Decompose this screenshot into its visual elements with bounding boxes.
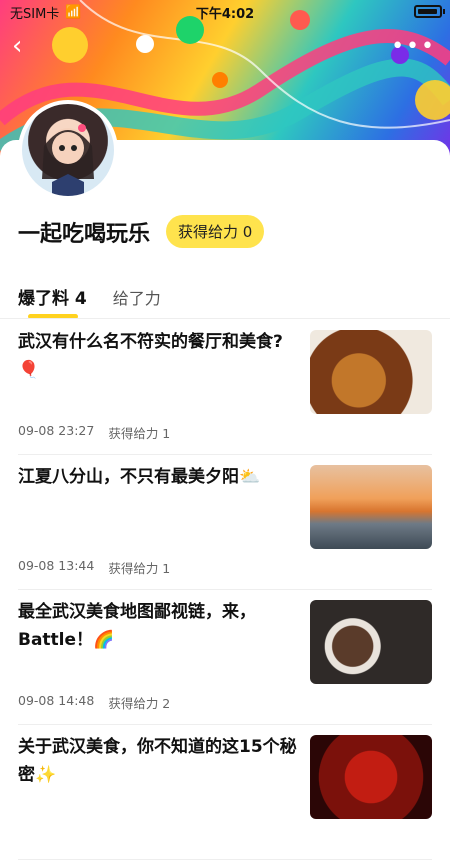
status-time: 下午4:02 [195, 6, 255, 22]
post-title: 武汉有什么名不符实的餐厅和美食?🎈 [18, 332, 283, 380]
back-button[interactable]: ‹ [12, 32, 40, 60]
tab-bar: 爆了料 4 给了力 [18, 284, 161, 319]
post-power: 获得给力 1 [108, 561, 171, 576]
list-item[interactable]: 关于武汉美食，你不知道的这15个秘密✨ [18, 725, 432, 860]
avatar[interactable] [18, 100, 118, 200]
post-list: 武汉有什么名不符实的餐厅和美食?🎈 09-08 23:27 获得给力 1 江夏八… [0, 320, 450, 860]
post-date: 09-08 14:48 [18, 693, 95, 708]
post-meta: 09-08 23:27 获得给力 1 [18, 423, 170, 442]
divider [0, 318, 450, 319]
more-dots-icon: ••• [391, 34, 436, 59]
chili-photo-thumbnail [310, 735, 432, 819]
tab-gave-power[interactable]: 给了力 [113, 285, 161, 309]
tab-posts[interactable]: 爆了料 4 [18, 284, 87, 309]
post-title: 关于武汉美食，你不知道的这15个秘密✨ [18, 737, 297, 785]
power-badge[interactable]: 获得给力 0 [166, 215, 265, 248]
post-power: 获得给力 1 [108, 426, 171, 441]
chevron-left-icon: ‹ [12, 31, 23, 61]
username: 一起吃喝玩乐 [18, 221, 151, 247]
list-item[interactable]: 武汉有什么名不符实的餐厅和美食?🎈 09-08 23:27 获得给力 1 [18, 320, 432, 455]
battery-icon [414, 5, 445, 18]
more-button[interactable]: ••• [391, 34, 436, 59]
post-title: 江夏八分山，不只有最美夕阳⛅ [18, 467, 261, 487]
post-meta: 09-08 13:44 获得给力 1 [18, 558, 170, 577]
post-date: 09-08 13:44 [18, 558, 95, 573]
noodle-photo-thumbnail [310, 330, 432, 414]
list-item[interactable]: 江夏八分山，不只有最美夕阳⛅ 09-08 13:44 获得给力 1 [18, 455, 432, 590]
sunset-photo-thumbnail [310, 465, 432, 549]
post-title: 最全武汉美食地图鄙视链，来，Battle！🌈 [18, 602, 256, 650]
post-power: 获得给力 2 [108, 696, 171, 711]
post-date: 09-08 23:27 [18, 423, 95, 438]
profile-row: 一起吃喝玩乐 获得给力 0 [18, 215, 265, 248]
avatar-illustration [42, 124, 94, 196]
food-photo-thumbnail [310, 600, 432, 684]
list-item[interactable]: 最全武汉美食地图鄙视链，来，Battle！🌈 09-08 14:48 获得给力 … [18, 590, 432, 725]
post-meta: 09-08 14:48 获得给力 2 [18, 693, 170, 712]
status-bar: 无SIM卡 📶 下午4:02 [0, 0, 450, 24]
